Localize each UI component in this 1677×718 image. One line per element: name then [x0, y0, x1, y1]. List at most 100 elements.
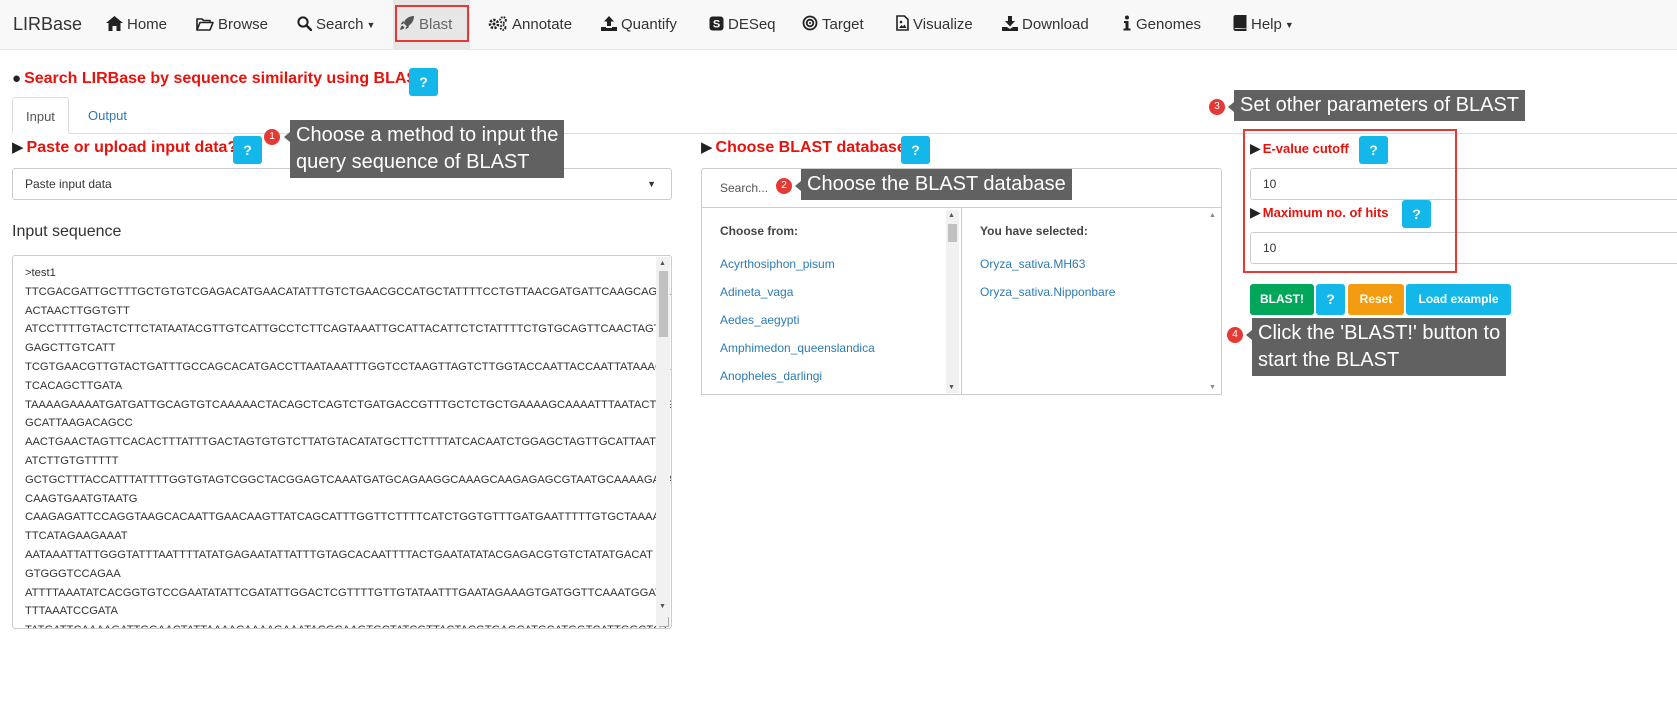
- database-multiselect: Choose from: You have selected: Acyrthos…: [701, 207, 1222, 395]
- nav-home-label: Home: [127, 16, 168, 33]
- book-icon: [1233, 15, 1247, 31]
- selected-label: You have selected:: [980, 224, 1088, 238]
- annotation-callout-3: Set other parameters of BLAST: [1234, 90, 1526, 121]
- cogs-icon: [488, 16, 507, 31]
- sequence-line: CAAGAGATTCCAGGTAAGCACAATTGAACAAGTTATCAGC…: [25, 511, 669, 524]
- database-option[interactable]: Acyrthosiphon_pisum: [720, 257, 835, 271]
- scroll-down-icon[interactable]: ▼: [1209, 384, 1216, 391]
- sequence-line: >test1: [25, 267, 56, 279]
- file-image-icon: [896, 15, 909, 31]
- nav-download-label: Download: [1022, 16, 1089, 33]
- nav-deseq-label: DESeq: [728, 16, 776, 33]
- page-help-button[interactable]: ?: [409, 68, 438, 96]
- callout-line: query sequence of BLAST: [296, 151, 530, 173]
- callout-line: Choose a method to input the: [296, 124, 559, 146]
- scroll-down-icon[interactable]: ▼: [948, 384, 955, 391]
- database-option[interactable]: Aedes_aegypti: [720, 313, 799, 327]
- scroll-up-icon[interactable]: ▲: [1209, 212, 1216, 219]
- navbar: LIRBase Home Browse Search ▼ Blast Annota…: [0, 0, 1677, 50]
- blast-highlight-frame: [395, 5, 469, 42]
- nav-search-label: Search: [316, 16, 364, 33]
- sequence-line: TTCATAGAAGAAAT: [25, 530, 128, 543]
- svg-text:S: S: [713, 19, 720, 31]
- caret-right-icon: ▶: [12, 139, 24, 156]
- nav-genomes[interactable]: Genomes: [1122, 0, 1201, 50]
- nav-target-label: Target: [822, 16, 864, 33]
- nav-help[interactable]: Help ▼: [1233, 0, 1294, 50]
- database-selected[interactable]: Oryza_sativa.Nipponbare: [980, 285, 1115, 299]
- annotation-callout-4: Click the 'BLAST!' button to start the BL…: [1252, 318, 1507, 376]
- parameters-highlight-frame: [1243, 129, 1457, 273]
- input-help-button[interactable]: ?: [233, 136, 262, 164]
- input-section-title: ▶ Paste or upload input data?: [12, 139, 238, 156]
- choose-from-label: Choose from:: [720, 224, 798, 238]
- nav-home[interactable]: Home: [106, 0, 167, 50]
- scroll-down-icon[interactable]: ▼: [659, 603, 666, 610]
- sequence-line: AATAAATTATTGGGTATTTAATTTTATATGAGAATATTAT…: [25, 548, 653, 561]
- callout-line: Click the 'BLAST!' button to: [1258, 322, 1501, 344]
- callout-line: start the BLAST: [1258, 349, 1400, 371]
- sequence-line: TATGATTCAAAAGATTGGAACTATTAAAACAAAAGAAATA…: [25, 621, 669, 628]
- tab-input[interactable]: Input: [12, 97, 69, 134]
- nav-deseq[interactable]: S DESeq: [709, 0, 776, 50]
- home-icon: [106, 16, 123, 31]
- upload-icon: [601, 16, 617, 31]
- nav-download[interactable]: Download: [1002, 0, 1089, 50]
- blast-help-button[interactable]: ?: [1316, 284, 1345, 315]
- sequence-line: GCATTAAGACAGCC: [25, 417, 133, 430]
- nav-visualize-label: Visualize: [913, 16, 973, 33]
- scroll-up-icon[interactable]: ▲: [659, 260, 666, 267]
- sequence-scrollbar[interactable]: ▲ ▼: [656, 257, 670, 627]
- annotation-badge-2: 2: [776, 178, 792, 194]
- sequence-line: ATTTTAAATATCACGGTGTCCGAATATATTCGATATTGGA…: [25, 586, 662, 599]
- sequence-line: TTCGACGATTGCTTTGCTGTGTCGAGACATGAACATATTT…: [25, 285, 671, 298]
- brand-logo[interactable]: LIRBase: [13, 14, 82, 35]
- database-search-placeholder: Search...: [720, 181, 769, 195]
- folder-open-icon: [196, 18, 214, 31]
- reset-button[interactable]: Reset: [1348, 284, 1404, 315]
- sequence-line: TTTAAATCCGATA: [25, 605, 119, 618]
- database-option[interactable]: Amphimedon_queenslandica: [720, 341, 875, 355]
- sequence-line: AACTGAACTAGTTCACACTTTATTTGACTAGTGTGTCTTA…: [25, 436, 665, 449]
- page-title: ● Search LIRBase by sequence similarity u…: [12, 70, 427, 87]
- sequence-line: TAAAAGAAAATGATGATTGCAGTGTCAAAAACTACAGCTC…: [25, 398, 672, 411]
- nav-visualize[interactable]: Visualize: [896, 0, 973, 50]
- databases-help-button[interactable]: ?: [901, 136, 930, 164]
- nav-annotate[interactable]: Annotate: [488, 0, 572, 50]
- nav-target[interactable]: Target: [802, 0, 864, 50]
- scroll-thumb[interactable]: [948, 224, 957, 242]
- resize-handle-icon[interactable]: [659, 617, 669, 627]
- sequence-line: ATCTTGTGTTTTT: [25, 454, 119, 467]
- database-divider: [961, 208, 962, 394]
- sequence-line: TCGTGAACGTTGTACTGATTTGCCAGCACATGACCTTAAT…: [25, 360, 671, 373]
- sequence-line: GCTGCTTTACCATTTATTTTGGTGTAGTCGGCTACGGAGT…: [25, 473, 672, 486]
- blast-button[interactable]: BLAST!: [1250, 284, 1314, 315]
- sequence-textarea[interactable]: >test1 TTCGACGATTGCTTTGCTGTGTCGAGACATGAAC…: [12, 255, 672, 629]
- info-icon: [1123, 15, 1131, 31]
- annotation-badge-1: 1: [264, 129, 280, 145]
- annotation-callout-2: Choose the BLAST database: [801, 169, 1072, 200]
- target-icon: [802, 15, 818, 31]
- annotation-badge-3: 3: [1209, 99, 1225, 115]
- nav-browse[interactable]: Browse: [196, 0, 268, 50]
- annotation-badge-4: 4: [1227, 327, 1243, 343]
- nav-quantify[interactable]: Quantify: [601, 0, 677, 50]
- chevron-down-icon: ▼: [366, 20, 376, 30]
- search-icon: [297, 16, 312, 31]
- tab-output[interactable]: Output: [75, 97, 140, 134]
- sequence-line: TCACAGCTTGATA: [25, 379, 123, 392]
- chevron-down-icon: ▼: [647, 179, 656, 189]
- input-method-value: Paste input data: [25, 177, 112, 191]
- database-option[interactable]: Anopheles_darlingi: [720, 369, 822, 383]
- database-option[interactable]: Adineta_vaga: [720, 285, 793, 299]
- available-scrollbar[interactable]: ▲ ▼: [946, 210, 959, 393]
- selected-scrollbar[interactable]: ▲ ▼: [1207, 210, 1220, 393]
- database-selected[interactable]: Oryza_sativa.MH63: [980, 257, 1085, 271]
- scroll-thumb[interactable]: [659, 271, 668, 337]
- load-example-button[interactable]: Load example: [1406, 284, 1511, 315]
- input-sequence-label: Input sequence: [12, 223, 122, 240]
- annotation-callout-1: Choose a method to input the query sequen…: [290, 120, 565, 178]
- nav-browse-label: Browse: [218, 16, 269, 33]
- scroll-up-icon[interactable]: ▲: [948, 212, 955, 219]
- nav-search[interactable]: Search ▼: [297, 0, 375, 50]
